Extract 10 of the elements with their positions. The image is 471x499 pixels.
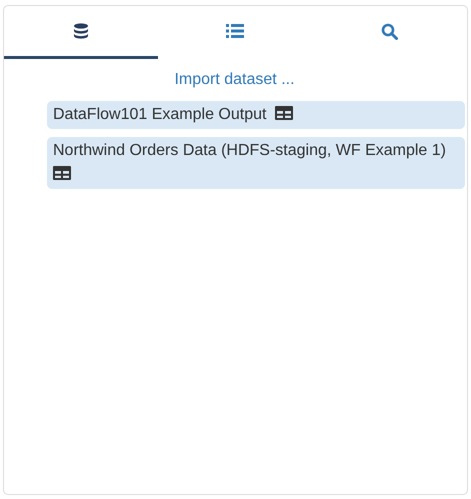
dataset-name: DataFlow101 Example Output <box>53 106 266 123</box>
dataset-name: Northwind Orders Data (HDFS-staging, WF Example 1) <box>53 142 446 159</box>
search-icon <box>381 22 398 40</box>
dataset-item[interactable]: DataFlow101 Example Output <box>47 101 465 129</box>
import-dataset-link[interactable]: Import dataset ... <box>4 71 465 89</box>
table-icon <box>53 166 71 180</box>
list-icon <box>226 24 244 38</box>
table-icon <box>275 106 294 120</box>
database-icon <box>73 23 90 39</box>
dataset-item[interactable]: Northwind Orders Data (HDFS-staging, WF Example 1) <box>47 137 465 189</box>
